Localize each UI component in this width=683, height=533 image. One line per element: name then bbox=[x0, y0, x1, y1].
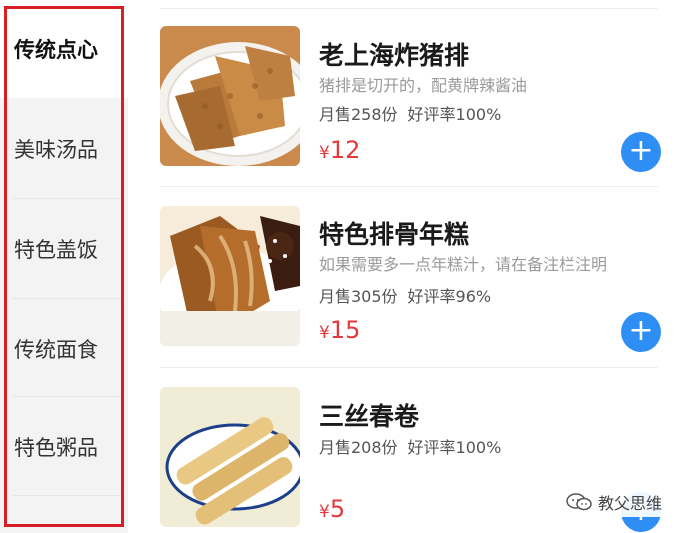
monthly-sales: 月售258份 bbox=[319, 105, 398, 124]
price: ¥12 bbox=[319, 136, 360, 164]
category-sidebar: 传统点心 美味汤品 特色盖饭 传统面食 特色粥品 bbox=[0, 0, 128, 533]
price-value: 5 bbox=[329, 495, 346, 523]
currency-symbol: ¥ bbox=[319, 323, 330, 343]
category-item-soups[interactable]: 美味汤品 bbox=[0, 100, 128, 198]
category-item-porridge[interactable]: 特色粥品 bbox=[0, 398, 128, 496]
price-value: 15 bbox=[329, 316, 361, 344]
category-item-traditional-dimsum[interactable]: 传统点心 bbox=[0, 0, 128, 98]
watermark: 教父思维 bbox=[560, 487, 678, 517]
watermark-text: 教父思维 bbox=[598, 494, 663, 513]
category-label: 特色粥品 bbox=[14, 436, 98, 460]
monthly-sales: 月售208份 bbox=[319, 438, 398, 457]
currency-symbol: ¥ bbox=[319, 502, 330, 522]
divider bbox=[12, 396, 122, 397]
food-name: 三丝春卷 bbox=[319, 402, 420, 431]
divider bbox=[12, 198, 122, 199]
food-stats: 月售305份 好评率96% bbox=[319, 283, 491, 307]
category-label: 传统面食 bbox=[14, 338, 98, 362]
category-label: 美味汤品 bbox=[14, 138, 98, 162]
food-image-pork-rib-ricecake[interactable] bbox=[160, 206, 300, 346]
currency-symbol: ¥ bbox=[319, 143, 330, 163]
category-item-noodles[interactable]: 传统面食 bbox=[0, 300, 128, 398]
food-image-pork-cutlet[interactable] bbox=[160, 26, 300, 166]
wechat-icon bbox=[566, 493, 592, 511]
divider bbox=[160, 186, 658, 187]
divider bbox=[12, 495, 122, 496]
price: ¥15 bbox=[319, 316, 360, 344]
food-image-spring-rolls[interactable] bbox=[160, 387, 300, 527]
rating: 好评率96% bbox=[407, 287, 492, 306]
plus-icon: + bbox=[628, 132, 654, 168]
food-stats: 月售208份 好评率100% bbox=[319, 434, 501, 458]
price: ¥5 bbox=[319, 495, 345, 523]
add-to-cart-button[interactable]: + bbox=[621, 132, 661, 172]
food-description: 猪排是切开的，配黄牌辣酱油 bbox=[319, 76, 528, 95]
rating: 好评率100% bbox=[407, 105, 502, 124]
category-item-rice-bowls[interactable]: 特色盖饭 bbox=[0, 200, 128, 298]
plus-icon: + bbox=[628, 312, 654, 348]
food-name: 老上海炸猪排 bbox=[319, 41, 470, 70]
price-value: 12 bbox=[329, 136, 361, 164]
rating: 好评率100% bbox=[407, 438, 502, 457]
food-stats: 月售258份 好评率100% bbox=[319, 101, 501, 125]
divider bbox=[160, 8, 658, 9]
divider bbox=[12, 298, 122, 299]
category-label: 特色盖饭 bbox=[14, 238, 98, 262]
divider bbox=[160, 367, 658, 368]
add-to-cart-button[interactable]: + bbox=[621, 312, 661, 352]
category-label: 传统点心 bbox=[14, 38, 98, 62]
food-name: 特色排骨年糕 bbox=[319, 220, 470, 249]
food-description: 如果需要多一点年糕汁，请在备注栏注明 bbox=[319, 255, 608, 274]
monthly-sales: 月售305份 bbox=[319, 287, 398, 306]
